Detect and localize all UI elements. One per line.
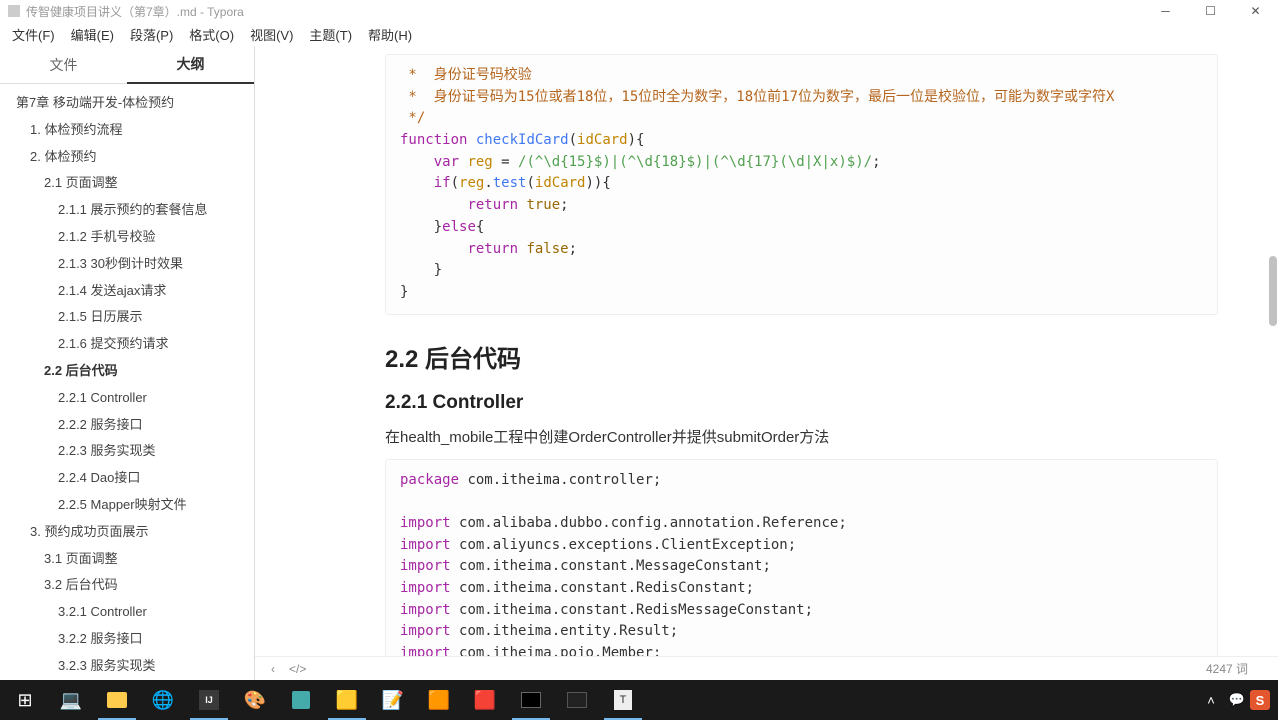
sidebar-tab-file[interactable]: 文件 bbox=[0, 47, 127, 83]
code-keyword: else bbox=[442, 219, 476, 235]
taskbar-idea[interactable]: IJ bbox=[186, 680, 232, 720]
scrollbar-thumb[interactable] bbox=[1269, 256, 1277, 326]
outline-item[interactable]: 2. 体检预约 bbox=[0, 144, 254, 171]
source-code-icon[interactable]: </> bbox=[289, 662, 306, 676]
status-bar: ‹ </> 4247 词 bbox=[255, 656, 1278, 680]
tray-action-center-icon[interactable]: 💬 bbox=[1224, 680, 1250, 720]
system-tray: ˄ 💬 S bbox=[1198, 680, 1278, 720]
tray-ime-icon[interactable]: S bbox=[1250, 690, 1270, 710]
outline-panel[interactable]: 第7章 移动端开发-体检预约1. 体检预约流程2. 体检预约2.1 页面调整2.… bbox=[0, 84, 254, 680]
outline-item[interactable]: 2.2.3 服务实现类 bbox=[0, 438, 254, 465]
taskbar-wm[interactable] bbox=[554, 680, 600, 720]
code-keyword: var bbox=[434, 154, 459, 170]
start-button[interactable]: ⊞ bbox=[2, 680, 48, 720]
taskbar-cmd[interactable] bbox=[508, 680, 554, 720]
taskbar-explorer[interactable] bbox=[94, 680, 140, 720]
outline-item[interactable]: 2.1.3 30秒倒计时效果 bbox=[0, 251, 254, 278]
minimize-button[interactable]: ─ bbox=[1143, 0, 1188, 22]
taskbar-snipaste[interactable] bbox=[278, 680, 324, 720]
taskbar-vm[interactable]: 🟥 bbox=[462, 680, 508, 720]
code-regex: /(^\d{15}$)|(^\d{18}$)|(^\d{17}(\d|X|x)$… bbox=[518, 154, 872, 170]
window-title: 传智健康项目讲义（第7章）.md - Typora bbox=[26, 3, 1143, 20]
sidebar: 文件 大纲 第7章 移动端开发-体检预约1. 体检预约流程2. 体检预约2.1 … bbox=[0, 46, 255, 680]
window-titlebar: 传智健康项目讲义（第7章）.md - Typora ─ ☐ ✕ bbox=[0, 0, 1278, 22]
taskbar-paint[interactable]: 🎨 bbox=[232, 680, 278, 720]
outline-item[interactable]: 2.2.5 Mapper映射文件 bbox=[0, 492, 254, 519]
outline-item[interactable]: 2.1.2 手机号校验 bbox=[0, 224, 254, 251]
menu-edit[interactable]: 编辑(E) bbox=[63, 23, 122, 46]
menu-view[interactable]: 视图(V) bbox=[242, 23, 301, 46]
outline-item[interactable]: 2.2.4 Dao接口 bbox=[0, 465, 254, 492]
code-keyword: function bbox=[400, 132, 467, 148]
code-keyword: return bbox=[467, 197, 518, 213]
taskbar-editplus[interactable]: 🟧 bbox=[416, 680, 462, 720]
heading-2[interactable]: 2.2 后台代码 bbox=[385, 339, 1218, 374]
sidebar-tab-outline[interactable]: 大纲 bbox=[127, 46, 254, 84]
code-param: idCard bbox=[577, 132, 628, 148]
code-bool: false bbox=[526, 241, 568, 257]
menu-file[interactable]: 文件(F) bbox=[4, 23, 63, 46]
back-icon[interactable]: ‹ bbox=[271, 662, 275, 676]
code-comment: * 身份证号码为15位或者18位，15位时全为数字，18位前17位为数字，最后一… bbox=[400, 89, 1114, 105]
menu-paragraph[interactable]: 段落(P) bbox=[122, 23, 181, 46]
outline-item[interactable]: 3.2.3 服务实现类 bbox=[0, 653, 254, 680]
outline-item[interactable]: 2.1.4 发送ajax请求 bbox=[0, 278, 254, 305]
outline-item[interactable]: 2.2.1 Controller bbox=[0, 385, 254, 412]
menu-format[interactable]: 格式(O) bbox=[181, 23, 242, 46]
taskbar-xshell[interactable]: 🟨 bbox=[324, 680, 370, 720]
heading-3[interactable]: 2.2.1 Controller bbox=[385, 392, 1218, 414]
windows-taskbar: ⊞ 💻 🌐 IJ 🎨 🟨 📝 🟧 🟥 T ˄ 💬 S bbox=[0, 680, 1278, 720]
code-comment: */ bbox=[400, 110, 425, 126]
maximize-button[interactable]: ☐ bbox=[1188, 0, 1233, 22]
outline-item[interactable]: 3.2.1 Controller bbox=[0, 599, 254, 626]
code-keyword: return bbox=[467, 241, 518, 257]
outline-item[interactable]: 3.2 后台代码 bbox=[0, 572, 254, 599]
close-button[interactable]: ✕ bbox=[1233, 0, 1278, 22]
tray-chevron-up-icon[interactable]: ˄ bbox=[1198, 680, 1224, 720]
taskbar-notepad[interactable]: 📝 bbox=[370, 680, 416, 720]
menu-help[interactable]: 帮助(H) bbox=[360, 23, 420, 46]
sidebar-tabs: 文件 大纲 bbox=[0, 46, 254, 84]
code-var: reg bbox=[467, 154, 492, 170]
code-var: reg bbox=[459, 175, 484, 191]
outline-item[interactable]: 2.1.5 日历展示 bbox=[0, 304, 254, 331]
outline-item[interactable]: 2.2.2 服务接口 bbox=[0, 412, 254, 439]
outline-item[interactable]: 3. 预约成功页面展示 bbox=[0, 519, 254, 546]
outline-item[interactable]: 2.1 页面调整 bbox=[0, 170, 254, 197]
taskbar-typora[interactable]: T bbox=[600, 680, 646, 720]
editor-area[interactable]: * 身份证号码校验 * 身份证号码为15位或者18位，15位时全为数字，18位前… bbox=[255, 46, 1278, 680]
menu-theme[interactable]: 主题(T) bbox=[301, 23, 360, 46]
outline-item[interactable]: 2.1.1 展示预约的套餐信息 bbox=[0, 197, 254, 224]
word-count[interactable]: 4247 词 bbox=[1206, 660, 1248, 677]
code-method: test bbox=[493, 175, 527, 191]
outline-item[interactable]: 2.2 后台代码 bbox=[0, 358, 254, 385]
taskbar-search[interactable]: 💻 bbox=[48, 680, 94, 720]
editor-scrollbar[interactable] bbox=[1268, 46, 1278, 706]
outline-item[interactable]: 第7章 移动端开发-体检预约 bbox=[0, 90, 254, 117]
paragraph[interactable]: 在health_mobile工程中创建OrderController并提供sub… bbox=[385, 426, 1218, 447]
outline-item[interactable]: 3.1 页面调整 bbox=[0, 546, 254, 573]
code-fn-name: checkIdCard bbox=[476, 132, 569, 148]
code-arg: idCard bbox=[535, 175, 586, 191]
code-bool: true bbox=[526, 197, 560, 213]
code-keyword: if bbox=[434, 175, 451, 191]
code-block-js[interactable]: * 身份证号码校验 * 身份证号码为15位或者18位，15位时全为数字，18位前… bbox=[385, 54, 1218, 315]
code-block-java[interactable]: package com.itheima.controller; import c… bbox=[385, 459, 1218, 680]
taskbar-chrome[interactable]: 🌐 bbox=[140, 680, 186, 720]
app-icon bbox=[8, 5, 20, 17]
outline-item[interactable]: 2.1.6 提交预约请求 bbox=[0, 331, 254, 358]
outline-item[interactable]: 3.2.2 服务接口 bbox=[0, 626, 254, 653]
code-comment: * 身份证号码校验 bbox=[400, 67, 532, 83]
outline-item[interactable]: 1. 体检预约流程 bbox=[0, 117, 254, 144]
menu-bar: 文件(F) 编辑(E) 段落(P) 格式(O) 视图(V) 主题(T) 帮助(H… bbox=[0, 22, 1278, 46]
